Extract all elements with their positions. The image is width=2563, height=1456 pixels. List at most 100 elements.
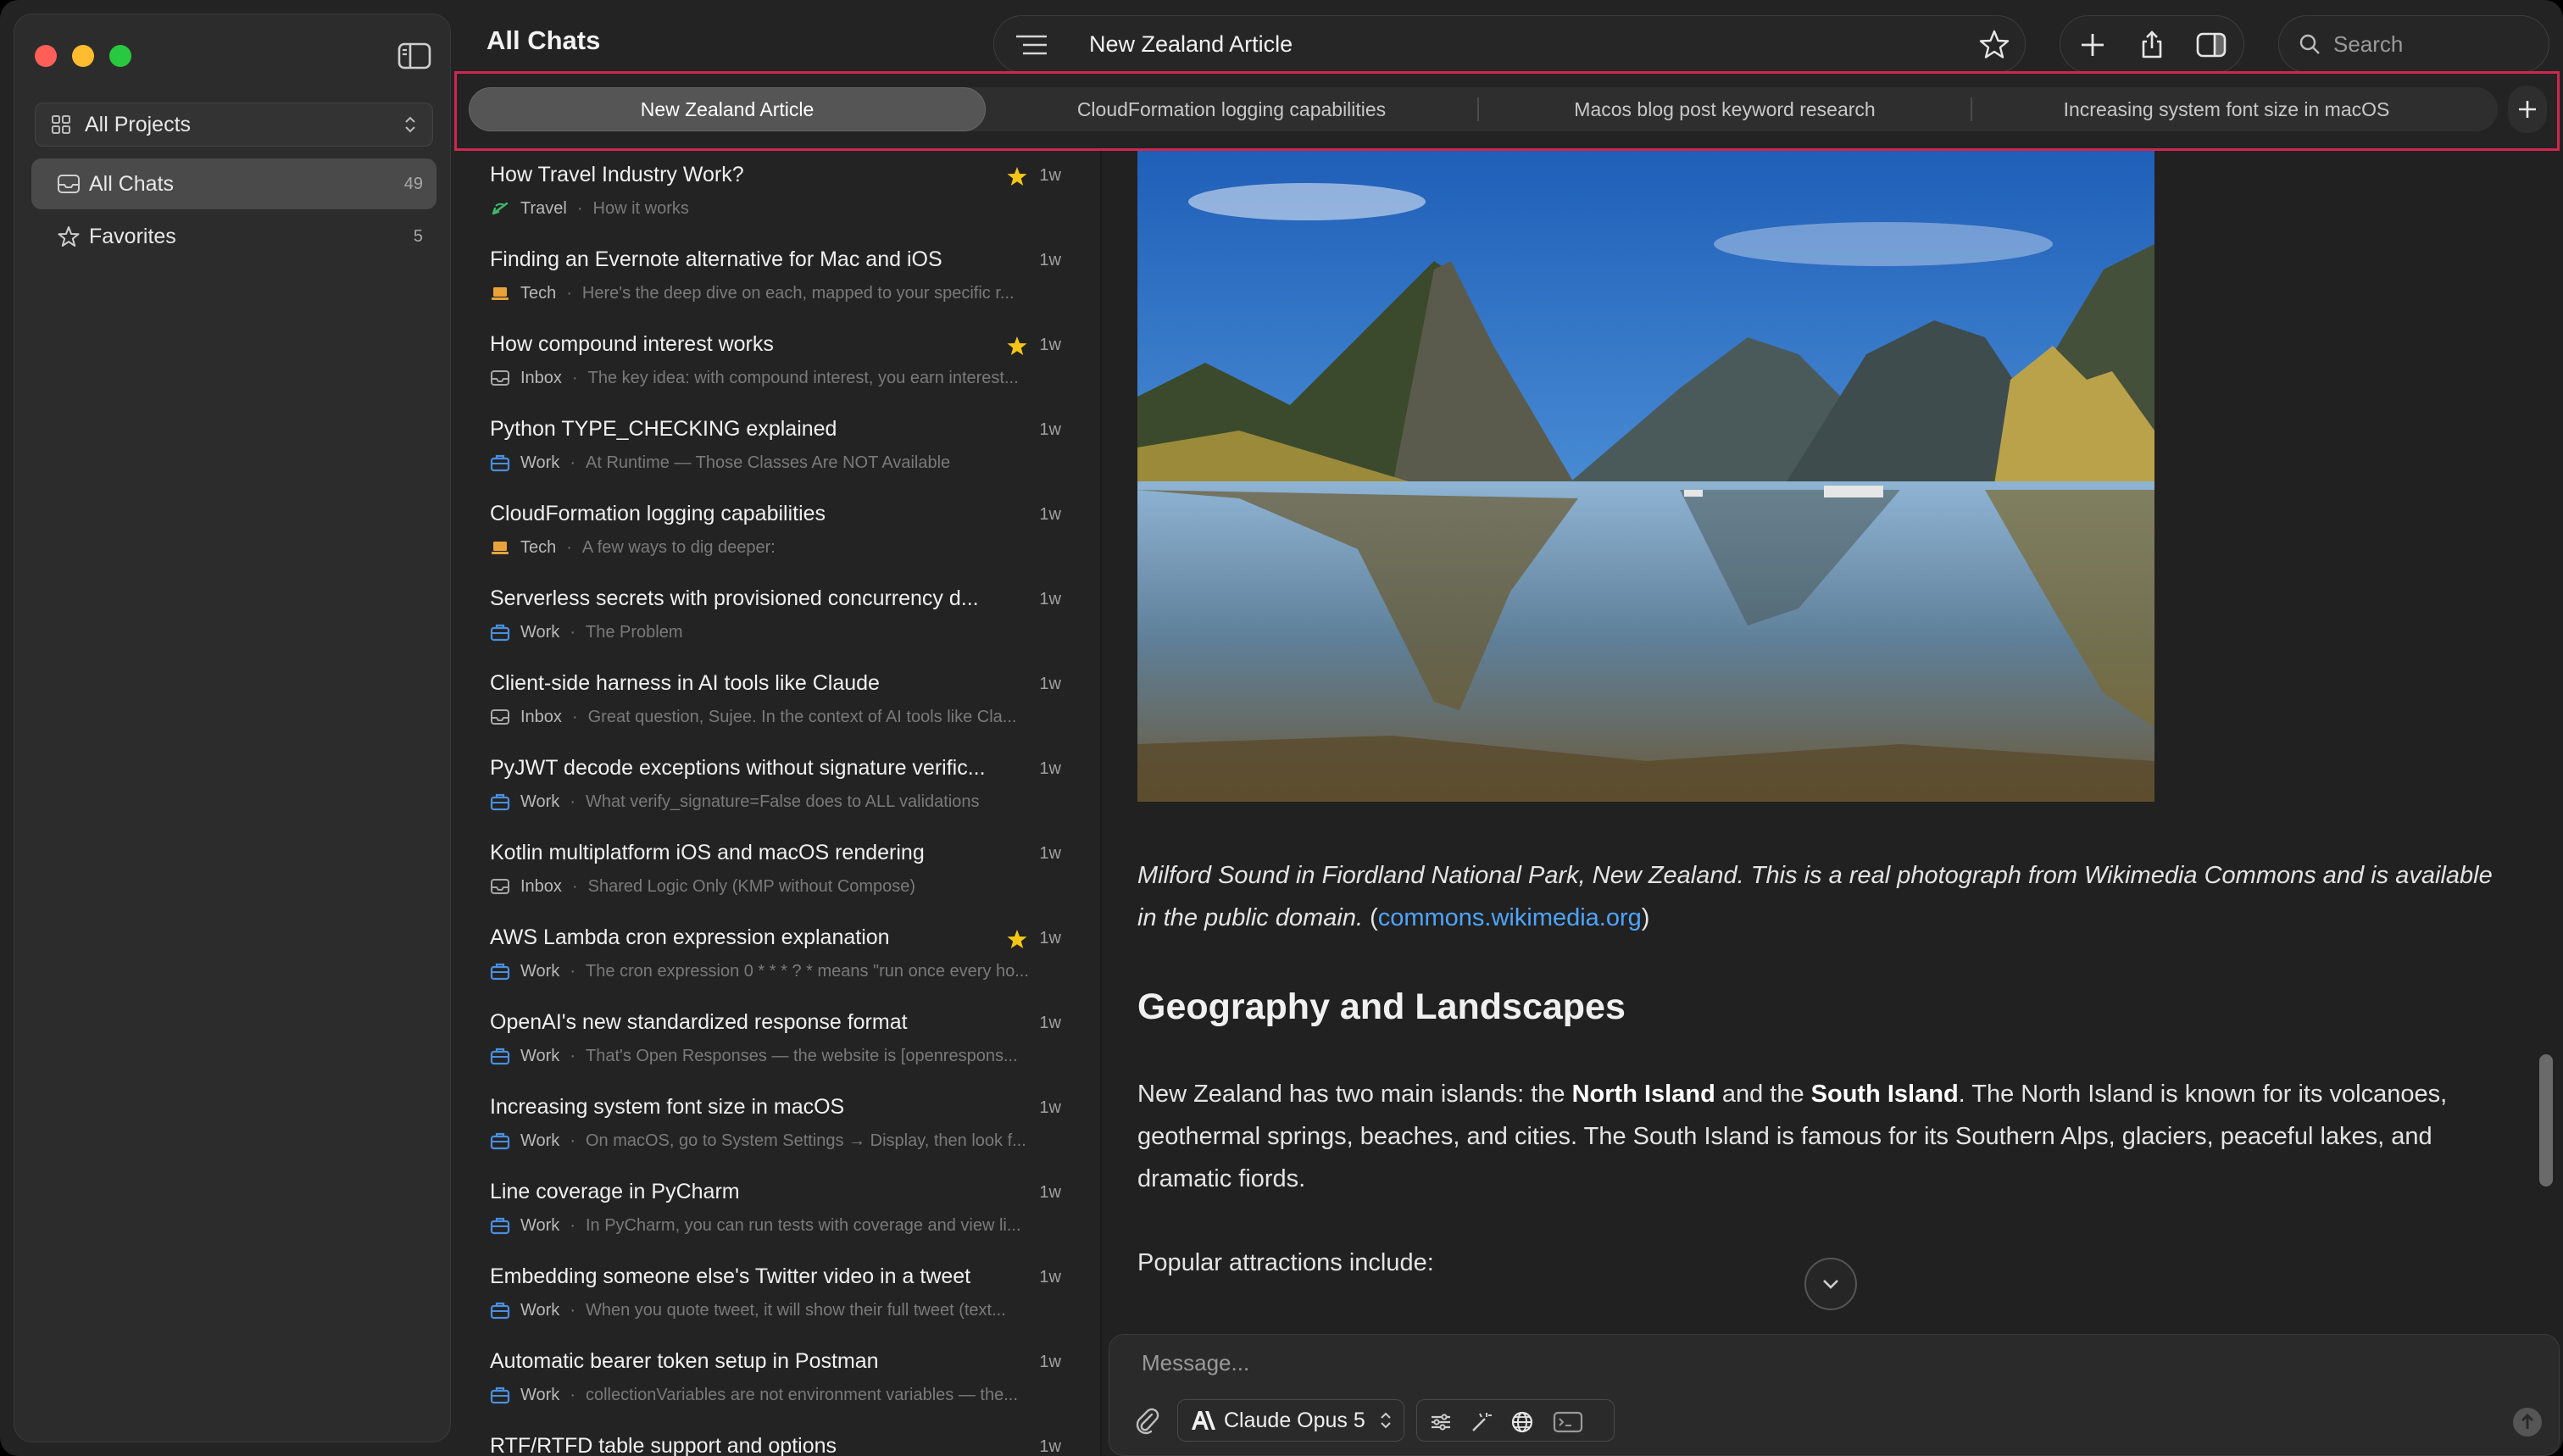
search-bar [2278,15,2549,73]
globe-icon[interactable] [1510,1410,1534,1434]
chat-title: Embedding someone else's Twitter video i… [490,1264,971,1288]
tab-new-zealand-article[interactable]: New Zealand Article [469,87,986,131]
travel-icon [492,202,509,215]
tab-label: New Zealand Article [640,97,814,120]
project-select[interactable]: All Projects [35,103,433,147]
chat-folder: Work [520,1385,560,1404]
tab-label: Increasing system font size in macOS [2063,97,2390,120]
send-button[interactable] [2513,1408,2542,1437]
chat-title: Python TYPE_CHECKING explained [490,417,837,441]
meta-separator: · [571,707,578,726]
chat-list-item[interactable]: Client-side harness in AI tools like Cla… [454,663,1100,747]
chat-title: Increasing system font size in macOS [490,1095,845,1119]
chat-list-item[interactable]: PyJWT decode exceptions without signatur… [454,747,1100,832]
favorite-star-icon[interactable] [1977,28,2011,62]
chat-meta: Work · On macOS, go to System Settings → D… [490,1131,1066,1151]
chat-time: 1w [1039,844,1061,863]
chat-folder: Inbox [520,707,562,726]
chat-folder: Work [520,1215,560,1235]
chat-meta: Travel · How it works [490,198,1066,219]
sidebar-toggle-icon[interactable] [398,42,431,70]
share-icon[interactable] [2137,30,2167,60]
new-chat-plus-icon[interactable] [2077,30,2108,60]
search-input[interactable] [2333,31,2537,58]
meta-separator: · [566,283,572,303]
model-name: Claude Opus 5 [1224,1408,1365,1432]
chat-list-item[interactable]: Serverless secrets with provisioned conc… [454,578,1100,663]
chat-folder: Inbox [520,368,562,387]
chat-list-item[interactable]: Python TYPE_CHECKING explained 1w Work · At … [454,408,1100,493]
chat-title: Automatic bearer token setup in Postman [490,1349,879,1373]
caption-source-link[interactable]: commons.wikimedia.org [1378,904,1642,931]
chat-time: 1w [1039,1437,1061,1456]
terminal-icon[interactable] [1553,1410,1583,1434]
chat-preview: The Problem [585,622,683,642]
magic-wand-icon[interactable] [1470,1410,1493,1434]
chat-folder: Work [520,1300,560,1320]
chat-list-item[interactable]: AWS Lambda cron expression explanation 1w… [454,917,1100,1002]
chat-list-item[interactable]: Line coverage in PyCharm 1w Work · In PyChar… [454,1171,1100,1256]
star-outline-icon [58,226,80,247]
chat-list-item[interactable]: Automatic bearer token setup in Postman 1… [454,1341,1100,1425]
chat-time: 1w [1039,1183,1061,1202]
message-input[interactable] [1142,1350,2498,1384]
chat-list-item[interactable]: Embedding someone else's Twitter video i… [454,1256,1100,1341]
paperclip-icon[interactable] [1133,1406,1160,1435]
add-tab-button[interactable] [2508,86,2547,133]
meta-separator: · [570,622,575,642]
chat-folder: Work [520,1046,560,1065]
chat-meta: Inbox · The key idea: with compound intere… [490,368,1066,388]
briefcase-icon [490,1217,510,1235]
chat-meta: Tech · A few ways to dig deeper: [490,537,1066,558]
chat-list-item[interactable]: Increasing system font size in macOS 1w Wo… [454,1086,1100,1171]
chat-folder: Tech [520,283,557,303]
chat-list-item[interactable]: How Travel Industry Work? 1w Travel · How it… [454,154,1100,239]
chat-list-item[interactable]: RTF/RTFD table support and options 1w [454,1425,1100,1456]
chat-folder: Work [520,453,560,472]
minimize-window-button[interactable] [72,45,94,67]
starred-icon [1007,930,1027,948]
chat-preview: The key idea: with compound interest, yo… [587,368,1019,387]
tab-bar: New Zealand Article CloudFormation loggi… [454,71,2560,151]
chat-list-item[interactable]: CloudFormation logging capabilities 1w Tec… [454,493,1100,578]
chat-title: PyJWT decode exceptions without signatur… [490,756,986,780]
article-pane: Milford Sound in Fiordland National Park… [1102,151,2563,1456]
sidebar: All Projects All Chats 49 Favorites 5 [14,14,451,1442]
scroll-to-bottom-button[interactable] [1804,1258,1857,1310]
zoom-window-button[interactable] [109,45,131,67]
sliders-icon[interactable] [1429,1410,1453,1434]
sidebar-item-favorites[interactable]: Favorites 5 [31,211,436,262]
tab-macos-blog-keyword[interactable]: Macos blog post keyword research [1479,87,1971,131]
chat-title: Line coverage in PyCharm [490,1180,740,1203]
anthropic-logo-icon [1192,1411,1215,1430]
para-bold-south: South Island [1810,1081,1959,1108]
outline-list-icon[interactable] [1015,31,1050,58]
chat-list-item[interactable]: Kotlin multiplatform iOS and macOS rende… [454,832,1100,917]
close-window-button[interactable] [35,45,57,67]
model-select[interactable]: Claude Opus 5 [1177,1399,1404,1442]
tab-strip: New Zealand Article CloudFormation loggi… [469,87,2498,131]
chat-list-item[interactable]: How compound interest works 1w Inbox · The k… [454,324,1100,408]
article-scrollbar[interactable] [2539,1054,2553,1186]
chat-list-item[interactable]: Finding an Evernote alternative for Mac … [454,239,1100,324]
para-text: and the [1715,1081,1811,1108]
chat-time: 1w [1039,759,1061,778]
chat-title: CloudFormation logging capabilities [490,502,826,525]
tab-increasing-font-size[interactable]: Increasing system font size in macOS [1972,87,2481,131]
chat-title: Finding an Evernote alternative for Mac … [490,247,942,271]
chat-list-item[interactable]: OpenAI's new standardized response forma… [454,1002,1100,1086]
chat-preview: The cron expression 0 * * * ? * means "r… [585,961,1029,981]
chat-preview: Great question, Sujee. In the context of… [587,707,1017,726]
chat-preview: How it works [592,198,689,218]
tab-cloudformation-logging[interactable]: CloudFormation logging capabilities [986,87,1477,131]
project-select-label: All Projects [85,112,192,136]
sidebar-item-all-chats[interactable]: All Chats 49 [31,158,436,209]
right-panel-toggle-icon[interactable] [2196,30,2227,60]
chat-meta: Tech · Here's the deep dive on each, mappe… [490,283,1066,303]
arrow-up-icon [2521,1413,2534,1429]
composer-tools [1416,1399,1615,1442]
inbox-icon [491,709,509,725]
tab-label: CloudFormation logging capabilities [1076,97,1387,120]
chevron-down-icon [1823,1280,1838,1289]
chat-preview: Here's the deep dive on each, mapped to … [581,283,1015,303]
